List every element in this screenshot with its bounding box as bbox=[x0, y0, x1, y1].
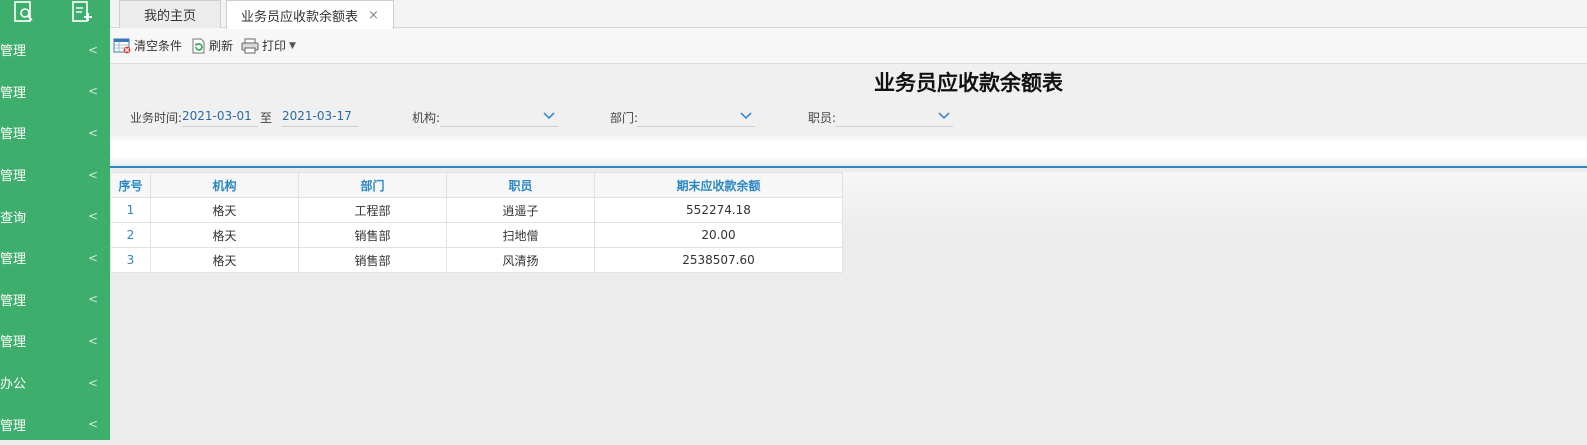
date-from-input[interactable]: 2021-03-01 bbox=[182, 105, 258, 127]
printer-icon bbox=[241, 38, 259, 53]
cell-index: 3 bbox=[110, 247, 151, 273]
staff-label: 职员: bbox=[808, 111, 837, 125]
refresh-label: 刷新 bbox=[209, 39, 234, 53]
sidebar-item[interactable]: 管理 < bbox=[0, 112, 110, 154]
org-label: 机构: bbox=[412, 111, 441, 125]
print-label: 打印 bbox=[262, 39, 287, 53]
report-header: 业务员应收款余额表 业务时间: 2021-03-01 至 2021-03-17 … bbox=[110, 64, 1587, 134]
refresh-button[interactable]: 刷新 bbox=[190, 37, 233, 54]
sidebar-item[interactable]: 管理 < bbox=[0, 279, 110, 321]
sidebar-item[interactable]: 办公 < bbox=[0, 362, 110, 404]
chevron-left-icon: < bbox=[87, 375, 98, 390]
cell-dept: 销售部 bbox=[298, 222, 447, 248]
cell-dept: 工程部 bbox=[298, 197, 447, 223]
sidebar-item[interactable]: 管理 < bbox=[0, 237, 110, 279]
sidebar-item-label: 查询 bbox=[0, 210, 27, 226]
close-icon[interactable]: × bbox=[368, 8, 379, 23]
cell-balance: 552274.18 bbox=[594, 197, 843, 223]
cell-dept: 销售部 bbox=[298, 247, 447, 273]
tab-label: 我的主页 bbox=[143, 9, 196, 24]
cell-staff: 风清扬 bbox=[446, 247, 595, 273]
sidebar-item-label: 管理 bbox=[0, 293, 27, 309]
sidebar-item-label: 管理 bbox=[0, 85, 27, 101]
tab-salesperson-receivable[interactable]: 业务员应收款余额表 × bbox=[226, 0, 394, 29]
search-document-icon[interactable] bbox=[12, 0, 36, 24]
report-title: 业务员应收款余额表 bbox=[874, 71, 1063, 95]
sidebar-item[interactable]: 管理 < bbox=[0, 320, 110, 362]
sidebar-item-label: 管理 bbox=[0, 127, 27, 143]
column-header-org[interactable]: 机构 bbox=[150, 172, 299, 198]
add-document-icon[interactable] bbox=[70, 0, 94, 24]
chevron-left-icon: < bbox=[87, 125, 98, 140]
sidebar-top-icons bbox=[0, 0, 110, 32]
filter-bar: 业务时间: 2021-03-01 至 2021-03-17 机构: 部门: 职员… bbox=[110, 105, 1587, 127]
chevron-left-icon: < bbox=[87, 42, 98, 57]
sidebar-item-label: 管理 bbox=[0, 252, 27, 268]
table-header-row: 序号 机构 部门 职员 期末应收款余额 bbox=[110, 172, 843, 198]
staff-select[interactable] bbox=[835, 105, 953, 127]
clear-conditions-label: 清空条件 bbox=[134, 39, 183, 53]
chevron-left-icon: < bbox=[87, 292, 98, 307]
chevron-left-icon: < bbox=[87, 209, 98, 224]
cell-balance: 2538507.60 bbox=[594, 247, 843, 273]
date-to-input[interactable]: 2021-03-17 bbox=[282, 105, 358, 127]
cell-org: 格天 bbox=[150, 247, 299, 273]
cell-staff: 逍遥子 bbox=[446, 197, 595, 223]
sidebar-item-label: 办公 bbox=[0, 377, 27, 393]
org-select[interactable] bbox=[440, 105, 558, 127]
table-row[interactable]: 1 格天 工程部 逍遥子 552274.18 bbox=[110, 197, 843, 223]
date-label: 业务时间: bbox=[130, 111, 183, 125]
chevron-left-icon: < bbox=[87, 417, 98, 432]
cell-org: 格天 bbox=[150, 197, 299, 223]
chevron-down-icon bbox=[938, 110, 950, 123]
table-row[interactable]: 2 格天 销售部 扫地僧 20.00 bbox=[110, 222, 843, 248]
sidebar-menu: 管理 < 管理 < 管理 < 管理 < 查询 < 管理 < 管理 < 管理 < 办公 < 管理 < bbox=[0, 29, 110, 445]
sidebar-item[interactable]: 管理 < bbox=[0, 154, 110, 196]
table-row[interactable]: 3 格天 销售部 风清扬 2538507.60 bbox=[110, 247, 843, 273]
chevron-down-icon bbox=[543, 110, 555, 123]
refresh-icon bbox=[192, 38, 205, 53]
cell-index: 2 bbox=[110, 222, 151, 248]
chevron-left-icon: < bbox=[87, 84, 98, 99]
chevron-left-icon: < bbox=[87, 250, 98, 265]
dept-label: 部门: bbox=[610, 111, 639, 125]
chevron-left-icon: < bbox=[87, 167, 98, 182]
sidebar-item-label: 管理 bbox=[0, 44, 27, 60]
cell-balance: 20.00 bbox=[594, 222, 843, 248]
column-header-index[interactable]: 序号 bbox=[110, 172, 151, 198]
sidebar-item-label: 管理 bbox=[0, 169, 27, 185]
main-content: 我的主页 业务员应收款余额表 × 清空条件 刷新 打印 ▼ 业务员应收款余额表 … bbox=[110, 0, 1587, 440]
dept-select[interactable] bbox=[637, 105, 755, 127]
clear-table-icon bbox=[113, 38, 131, 53]
sidebar: 管理 < 管理 < 管理 < 管理 < 查询 < 管理 < 管理 < 管理 < 办公 < 管理 < bbox=[0, 0, 110, 440]
column-header-staff[interactable]: 职员 bbox=[446, 172, 595, 198]
date-to-label: 至 bbox=[260, 111, 273, 125]
clear-conditions-button[interactable]: 清空条件 bbox=[113, 37, 182, 54]
caret-down-icon: ▼ bbox=[289, 40, 296, 51]
chevron-down-icon bbox=[740, 110, 752, 123]
chevron-left-icon: < bbox=[87, 333, 98, 348]
tab-home[interactable]: 我的主页 bbox=[119, 0, 221, 28]
grid-toolbar-divider bbox=[110, 134, 1587, 168]
column-header-balance[interactable]: 期末应收款余额 bbox=[594, 172, 843, 198]
data-grid: 序号 机构 部门 职员 期末应收款余额 1 格天 工程部 逍遥子 552274.… bbox=[110, 172, 843, 273]
sidebar-item[interactable]: 管理 < bbox=[0, 403, 110, 445]
receivable-table: 序号 机构 部门 职员 期末应收款余额 1 格天 工程部 逍遥子 552274.… bbox=[110, 172, 843, 273]
column-header-dept[interactable]: 部门 bbox=[298, 172, 447, 198]
toolbar: 清空条件 刷新 打印 ▼ bbox=[110, 28, 1587, 64]
print-button[interactable]: 打印 ▼ bbox=[241, 37, 296, 54]
sidebar-item[interactable]: 查询 < bbox=[0, 195, 110, 237]
tab-label: 业务员应收款余额表 bbox=[241, 9, 359, 25]
sidebar-item[interactable]: 管理 < bbox=[0, 71, 110, 113]
sidebar-item[interactable]: 管理 < bbox=[0, 29, 110, 71]
cell-index: 1 bbox=[110, 197, 151, 223]
sidebar-item-label: 管理 bbox=[0, 418, 27, 434]
cell-staff: 扫地僧 bbox=[446, 222, 595, 248]
cell-org: 格天 bbox=[150, 222, 299, 248]
sidebar-item-label: 管理 bbox=[0, 335, 27, 351]
tab-bar: 我的主页 业务员应收款余额表 × bbox=[110, 0, 1587, 29]
